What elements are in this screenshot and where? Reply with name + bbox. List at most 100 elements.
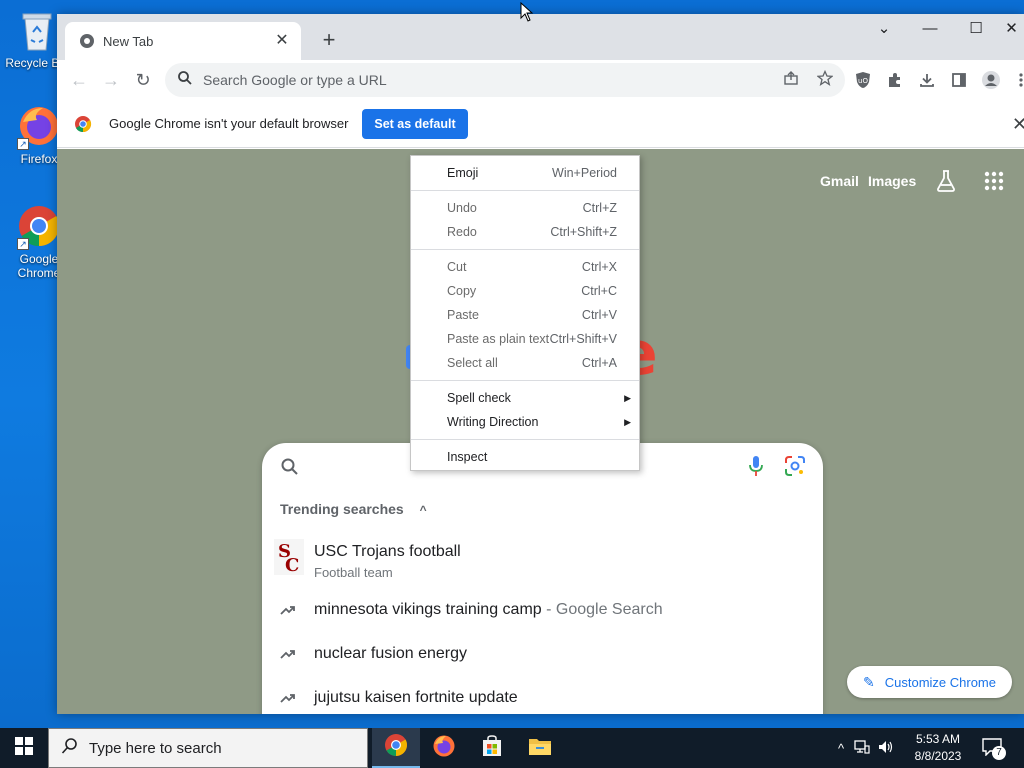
taskbar-app-firefox[interactable]: [420, 728, 468, 768]
menu-item-select-all[interactable]: Select all Ctrl+A: [411, 351, 639, 375]
pencil-icon: ✎: [863, 673, 875, 690]
profile-avatar-icon[interactable]: [977, 66, 1005, 94]
menu-item-paste-plain[interactable]: Paste as plain text Ctrl+Shift+V: [411, 327, 639, 351]
taskbar-app-store[interactable]: [468, 728, 516, 768]
shortcut-arrow-icon: ↗: [17, 238, 29, 250]
arrow-right-icon: →: [102, 70, 120, 90]
extensions-puzzle-icon[interactable]: [881, 66, 909, 94]
menu-item-inspect[interactable]: Inspect: [411, 445, 639, 469]
infobar-message: Google Chrome isn't your default browser: [109, 116, 349, 131]
title-bar: New Tab ✕ + ⌄ — ☐ ✕: [57, 14, 1024, 60]
menu-separator: [411, 439, 639, 440]
tab-title: New Tab: [103, 33, 154, 49]
menu-item-shortcut: Ctrl+Z: [582, 201, 617, 215]
svg-text:uO: uO: [858, 77, 868, 85]
menu-item-shortcut: Win+Period: [552, 166, 617, 180]
chevron-up-icon[interactable]: ^: [420, 503, 427, 517]
taskbar-clock[interactable]: 5:53 AM 8/8/2023: [906, 731, 970, 765]
menu-item-label: Cut: [447, 260, 467, 274]
new-tab-button[interactable]: +: [315, 27, 343, 55]
trending-item-text: nuclear fusion energy: [314, 645, 467, 662]
trending-up-icon: [280, 647, 302, 669]
menu-separator: [411, 249, 639, 250]
trending-item[interactable]: SC USC Trojans football Football team: [262, 535, 823, 581]
images-link[interactable]: Images: [868, 173, 916, 189]
menu-item-label: Copy: [447, 284, 477, 298]
set-as-default-button[interactable]: Set as default: [362, 109, 468, 139]
trending-item-desc: Football team: [314, 565, 393, 580]
trending-searches-header[interactable]: Trending searches ^: [280, 501, 427, 517]
maximize-button[interactable]: ☐: [953, 14, 999, 44]
google-lens-icon[interactable]: [784, 455, 806, 477]
chrome-menu-icon[interactable]: [1007, 66, 1024, 94]
menu-item-label: Emoji: [447, 166, 479, 180]
gmail-link[interactable]: Gmail: [820, 173, 859, 189]
trending-item-text: minnesota vikings training camp - Google…: [314, 601, 663, 619]
trending-item[interactable]: minnesota vikings training camp - Google…: [262, 593, 823, 633]
menu-item-label: Paste: [447, 308, 479, 322]
tab-close-icon[interactable]: ✕: [273, 32, 291, 50]
submenu-arrow-icon: ▶: [624, 417, 631, 427]
back-button[interactable]: ←: [65, 66, 93, 94]
notification-center-button[interactable]: 7: [982, 728, 1006, 768]
menu-item-paste[interactable]: Paste Ctrl+V: [411, 303, 639, 327]
chrome-logo-icon: [74, 115, 92, 138]
share-icon[interactable]: [783, 70, 799, 91]
customize-chrome-label: Customize Chrome: [884, 674, 996, 690]
taskbar-app-file-explorer[interactable]: [516, 728, 564, 768]
trending-item[interactable]: nuclear fusion energy: [262, 637, 823, 677]
infobar-close-icon[interactable]: ✕: [1012, 114, 1024, 135]
customize-chrome-button[interactable]: ✎ Customize Chrome: [847, 666, 1012, 698]
submenu-arrow-icon: ▶: [624, 393, 631, 403]
menu-item-cut[interactable]: Cut Ctrl+X: [411, 255, 639, 279]
ublock-extension-icon[interactable]: uO: [849, 66, 877, 94]
chevron-up-icon[interactable]: ^: [838, 741, 844, 756]
apps-grid-icon[interactable]: [982, 169, 1006, 193]
menu-item-redo[interactable]: Redo Ctrl+Shift+Z: [411, 220, 639, 244]
notification-count-badge: 7: [992, 745, 1006, 760]
taskbar-app-chrome[interactable]: [372, 728, 420, 768]
download-icon[interactable]: [913, 66, 941, 94]
trending-up-icon: [280, 603, 302, 625]
menu-item-shortcut: Ctrl+Shift+V: [549, 332, 617, 346]
ntp-search-box[interactable]: Trending searches ^ SC USC Trojans footb…: [262, 443, 823, 714]
volume-icon[interactable]: [878, 740, 894, 757]
side-panel-icon[interactable]: [945, 66, 973, 94]
menu-item-undo[interactable]: Undo Ctrl+Z: [411, 196, 639, 220]
menu-item-writing-direction[interactable]: Writing Direction ▶: [411, 410, 639, 434]
clock-time: 5:53 AM: [915, 732, 961, 746]
bookmark-star-icon[interactable]: [816, 69, 834, 91]
menu-item-shortcut: Ctrl+C: [581, 284, 617, 298]
chrome-favicon-icon: [79, 33, 95, 49]
usc-logo-icon: SC: [274, 539, 306, 576]
window-close-button[interactable]: ✕: [999, 14, 1024, 44]
voice-search-mic-icon[interactable]: [748, 455, 764, 477]
reload-button[interactable]: ↻: [129, 66, 157, 94]
network-icon[interactable]: [854, 739, 870, 757]
menu-item-label: Writing Direction: [447, 415, 539, 429]
arrow-left-icon: ←: [70, 70, 88, 90]
menu-item-shortcut: Ctrl+Shift+Z: [550, 225, 617, 239]
tab-search-button[interactable]: ⌄: [861, 14, 907, 44]
context-menu: Emoji Win+Period Undo Ctrl+Z Redo Ctrl+S…: [410, 155, 640, 471]
mouse-cursor-icon: [520, 1, 534, 22]
taskbar-search-box[interactable]: Type here to search: [48, 728, 368, 768]
taskbar-search-placeholder: Type here to search: [89, 739, 222, 757]
omnibox[interactable]: Search Google or type a URL: [165, 63, 845, 97]
tab-new-tab[interactable]: New Tab ✕: [65, 22, 301, 60]
menu-item-copy[interactable]: Copy Ctrl+C: [411, 279, 639, 303]
store-icon: [480, 734, 504, 763]
trending-item[interactable]: jujutsu kaisen fortnite update: [262, 681, 823, 714]
trending-item-suffix: - Google Search: [541, 601, 663, 618]
minimize-button[interactable]: —: [907, 14, 953, 44]
menu-item-emoji[interactable]: Emoji Win+Period: [411, 161, 639, 185]
recycle-bin-icon: [15, 8, 59, 52]
labs-flask-icon[interactable]: [934, 169, 958, 193]
forward-button[interactable]: →: [97, 66, 125, 94]
search-icon: [61, 737, 79, 760]
menu-item-spell-check[interactable]: Spell check ▶: [411, 386, 639, 410]
menu-item-label: Inspect: [447, 450, 488, 464]
reload-icon: ↻: [135, 70, 151, 90]
search-icon: [280, 457, 302, 479]
start-button[interactable]: [0, 728, 48, 768]
